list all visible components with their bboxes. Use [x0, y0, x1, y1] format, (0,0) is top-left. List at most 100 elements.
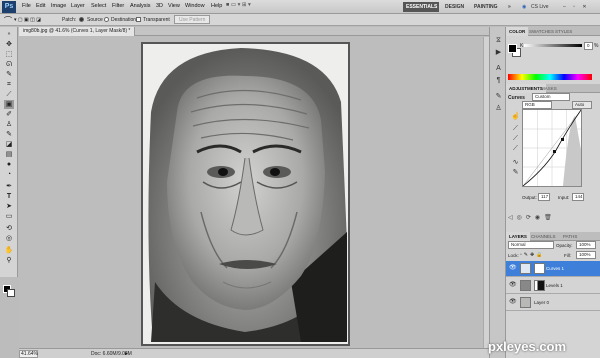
layer-mask-thumbnail[interactable] [534, 280, 545, 291]
menu-layer[interactable]: Layer [71, 3, 85, 9]
move-tool-icon[interactable]: ✥ [4, 40, 14, 49]
tab-layers[interactable]: LAYERS [506, 232, 530, 241]
menu-filter[interactable]: Filter [112, 3, 124, 9]
gradient-tool-icon[interactable]: ▤ [4, 150, 14, 159]
menu-help[interactable]: Help [211, 3, 222, 9]
shape-tool-icon[interactable]: ▭ [4, 212, 14, 221]
patch-tool-icon[interactable]: ▣ [4, 100, 14, 109]
workspace-painting[interactable]: PAINTING [471, 2, 501, 12]
status-menu-arrow-icon[interactable]: ▸ [125, 350, 128, 357]
3d-orbit-tool-icon[interactable]: ◎ [4, 234, 14, 243]
curves-graph[interactable] [522, 109, 582, 187]
zoom-tool-icon[interactable]: ⚲ [4, 256, 14, 265]
photoshop-logo: Ps [2, 1, 16, 13]
transparent-checkbox[interactable] [136, 17, 141, 23]
menu-select[interactable]: Select [91, 3, 106, 9]
blur-tool-icon[interactable]: ● [4, 160, 14, 169]
curves-auto-button[interactable]: Auto [572, 101, 592, 109]
input-value-field[interactable]: 144 [572, 193, 584, 201]
cs-live-label[interactable]: CS Live [528, 2, 552, 12]
layer-name[interactable]: Levels 1 [546, 283, 563, 288]
document-tab[interactable]: img80b.jpg @ 41.6% (Curves 1, Layer Mask… [19, 27, 136, 36]
tab-masks[interactable]: MASKS [538, 84, 560, 93]
toolbox: » ✥ ⬚ ᘏ ✎ ⌗ ⟋ ▣ ✐ ♙ ✎ ◪ ▤ ● ◔ ✒ T ➤ ▭ ⟲ … [0, 27, 18, 297]
menu-image[interactable]: Image [51, 3, 66, 9]
panel-footer-icons[interactable]: ◁◎⟳◉🗑 [508, 214, 556, 221]
tab-styles[interactable]: STYLES [552, 27, 575, 36]
launch-bridge-icon[interactable]: ■ ▭ ▾ ⊞ ▾ [226, 2, 251, 8]
eye-icon[interactable]: 👁 [509, 299, 517, 306]
k-slider[interactable] [524, 44, 582, 47]
workspace-essentials[interactable]: ESSENTIALS [403, 2, 439, 12]
eye-icon[interactable]: 👁 [509, 265, 517, 272]
source-radio[interactable] [79, 17, 84, 23]
gray-point-eyedropper-icon[interactable]: ⟋ [511, 135, 520, 143]
quick-selection-tool-icon[interactable]: ✎ [4, 70, 14, 79]
transparent-label: Transparent [143, 17, 170, 23]
foreground-color-swatch[interactable] [508, 44, 517, 53]
workspace-design[interactable]: DESIGN [442, 2, 467, 12]
menu-analysis[interactable]: Analysis [130, 3, 150, 9]
path-selection-tool-icon[interactable]: ➤ [4, 202, 14, 211]
portrait-drawing-image[interactable] [139, 40, 352, 348]
k-value-field[interactable]: 0 [584, 42, 593, 50]
fill-field[interactable]: 100% [576, 251, 596, 259]
destination-radio[interactable] [104, 17, 109, 23]
menu-file[interactable]: File [22, 3, 31, 9]
layer-row-curves[interactable]: 👁 Curves 1 [506, 261, 600, 277]
type-tool-icon[interactable]: T [4, 192, 14, 201]
patch-tool-icon[interactable]: ⌒ [4, 15, 12, 26]
clone-source-icon[interactable]: ♙ [494, 105, 503, 113]
paragraph-panel-icon[interactable]: ¶ [494, 77, 503, 85]
blend-mode-select[interactable]: Normal [508, 241, 554, 249]
output-value-field[interactable]: 117 [538, 193, 550, 201]
tab-channels[interactable]: CHANNELS [528, 232, 559, 241]
pencil-draw-icon[interactable]: ✎ [511, 169, 520, 177]
menu-view[interactable]: View [168, 3, 180, 9]
eyedropper-tool-icon[interactable]: ⟋ [4, 90, 14, 99]
menu-3d[interactable]: 3D [156, 3, 163, 9]
on-image-adjust-icon[interactable]: ☝ [511, 113, 520, 121]
layer-mask-thumbnail[interactable] [534, 263, 545, 274]
collapse-icon[interactable]: » [4, 30, 14, 39]
watermark: pxleyes.com [488, 339, 567, 354]
brush-tool-icon[interactable]: ✐ [4, 110, 14, 119]
eraser-tool-icon[interactable]: ◪ [4, 140, 14, 149]
menu-edit[interactable]: Edit [36, 3, 45, 9]
hand-tool-icon[interactable]: ✋ [4, 246, 14, 255]
layer-name[interactable]: Curves 1 [546, 266, 564, 271]
3d-rotate-tool-icon[interactable]: ⟲ [4, 224, 14, 233]
eye-icon[interactable]: 👁 [509, 282, 517, 289]
actions-panel-icon[interactable]: ▶ [494, 49, 503, 57]
window-controls-icon[interactable]: – ▫ ✕ [560, 2, 593, 12]
tab-color[interactable]: COLOR [506, 27, 529, 36]
dodge-tool-icon[interactable]: ◔ [4, 170, 14, 179]
black-point-eyedropper-icon[interactable]: ⟋ [511, 125, 520, 133]
layer-row-layer0[interactable]: 👁 Layer 0 [506, 295, 600, 311]
menu-window[interactable]: Window [185, 3, 205, 9]
white-point-eyedropper-icon[interactable]: ⟋ [511, 145, 520, 153]
curve-edit-icon[interactable]: ∿ [511, 159, 520, 167]
clone-stamp-tool-icon[interactable]: ♙ [4, 120, 14, 129]
history-panel-icon[interactable]: ⧖ [494, 37, 503, 45]
pen-tool-icon[interactable]: ✒ [4, 182, 14, 191]
layer-name[interactable]: Layer 0 [534, 300, 549, 305]
lock-icons[interactable]: ▫✎✥🔒 [520, 252, 544, 258]
crop-tool-icon[interactable]: ⌗ [4, 80, 14, 89]
character-panel-icon[interactable]: A [494, 65, 503, 73]
use-pattern-button[interactable]: Use Pattern [174, 15, 211, 24]
brush-presets-icon[interactable]: ✎ [494, 93, 503, 101]
zoom-level-field[interactable]: 41.64% [19, 350, 38, 358]
curves-channel-select[interactable]: RGB [522, 101, 552, 109]
background-color-swatch[interactable] [7, 289, 15, 297]
tab-paths[interactable]: PATHS [560, 232, 580, 241]
workspace-more[interactable]: » [505, 2, 514, 12]
curves-preset-select[interactable]: Custom [532, 93, 570, 101]
layer-thumbnail[interactable] [520, 297, 531, 308]
lasso-tool-icon[interactable]: ᘏ [4, 60, 14, 69]
opacity-field[interactable]: 100% [576, 241, 596, 249]
color-spectrum[interactable] [508, 74, 592, 80]
history-brush-tool-icon[interactable]: ✎ [4, 130, 14, 139]
marquee-tool-icon[interactable]: ⬚ [4, 50, 14, 59]
layer-row-levels[interactable]: 👁 Levels 1 [506, 278, 600, 294]
